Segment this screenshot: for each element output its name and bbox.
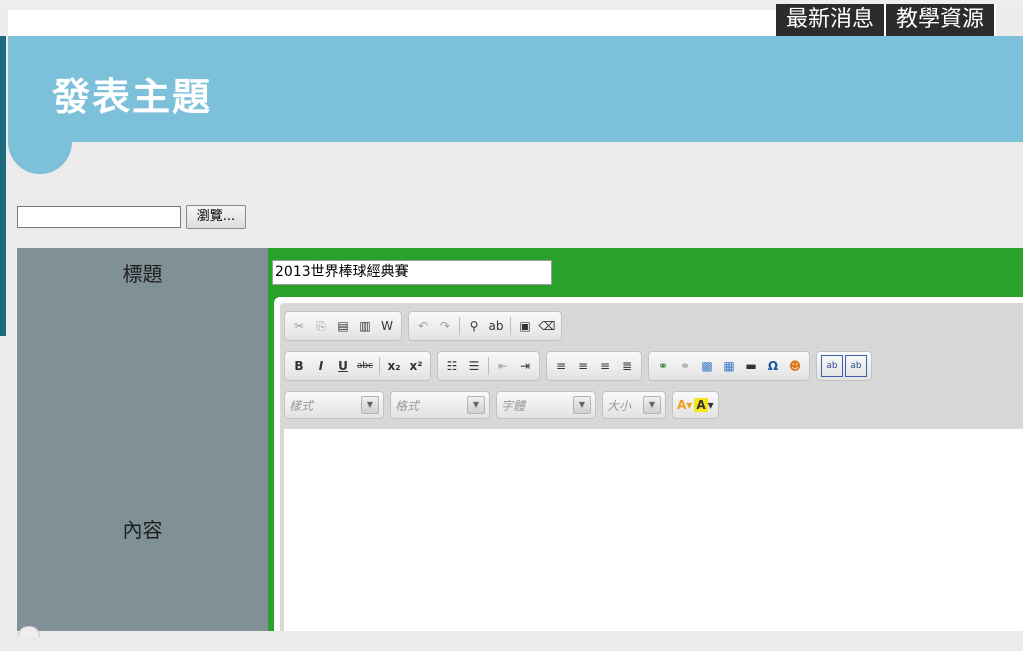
chevron-down-icon: ▼ <box>361 396 379 414</box>
copy-icon[interactable]: ⎘ <box>311 316 331 336</box>
subscript-icon[interactable]: x₂ <box>384 356 404 376</box>
left-edge-decoration <box>0 36 6 336</box>
history-group: ↶ ↷ ⚲ ab ▣ ⌫ <box>408 311 562 341</box>
top-white-bar <box>8 10 776 36</box>
font-combo-label: 字體 <box>501 398 526 413</box>
text-color-letter: A <box>677 398 687 412</box>
paste-icon[interactable]: ▤ <box>333 316 353 336</box>
basic-styles-group: B I U abc x₂ x² <box>284 351 431 381</box>
clipboard-group: ✂ ⎘ ▤ ▥ W <box>284 311 402 341</box>
content-label: 內容 <box>122 518 163 542</box>
text-field-icon[interactable]: ab <box>821 355 843 377</box>
bullet-list-icon[interactable]: ☰ <box>464 356 484 376</box>
paste-word-icon[interactable]: W <box>377 316 397 336</box>
special-char-icon[interactable]: Ω <box>763 356 783 376</box>
numbered-list-icon[interactable]: ☷ <box>442 356 462 376</box>
italic-icon[interactable]: I <box>311 356 331 376</box>
styles-combo[interactable]: 樣式 ▼ <box>284 391 384 419</box>
form-fields-group: ab ab <box>816 351 872 381</box>
unlink-icon[interactable]: ⚭ <box>675 356 695 376</box>
bottom-strip <box>0 631 1023 651</box>
corner-decoration <box>18 626 40 637</box>
editor-toolbar-row-1: ✂ ⎘ ▤ ▥ W ↶ ↷ ⚲ ab ▣ ⌫ <box>284 311 562 341</box>
format-combo-label: 格式 <box>395 398 420 413</box>
size-combo[interactable]: 大小 ▼ <box>602 391 666 419</box>
toolbar-separator <box>379 357 380 375</box>
align-center-icon[interactable]: ≡ <box>573 356 593 376</box>
cut-icon[interactable]: ✂ <box>289 316 309 336</box>
chevron-down-icon: ▼ <box>573 396 591 414</box>
toolbar-separator <box>510 317 511 335</box>
text-color-icon[interactable]: A ▾ <box>677 395 692 415</box>
list-group: ☷ ☰ ⇤ ⇥ <box>437 351 540 381</box>
editor-toolbar-row-3: 樣式 ▼ 格式 ▼ 字體 ▼ 大小 ▼ A ▾ A ▾ <box>284 391 719 419</box>
strike-icon[interactable]: abc <box>355 356 375 376</box>
select-all-icon[interactable]: ▣ <box>515 316 535 336</box>
format-combo[interactable]: 格式 ▼ <box>390 391 490 419</box>
top-nav: 最新消息 教學資源 <box>776 4 997 36</box>
undo-icon[interactable]: ↶ <box>413 316 433 336</box>
chevron-down-icon: ▼ <box>467 396 485 414</box>
paste-text-icon[interactable]: ▥ <box>355 316 375 336</box>
file-path-input[interactable] <box>17 206 181 228</box>
nav-item-resources[interactable]: 教學資源 <box>886 4 997 36</box>
page-title: 發表主題 <box>52 75 213 119</box>
table-icon[interactable]: ▦ <box>719 356 739 376</box>
redo-icon[interactable]: ↷ <box>435 316 455 336</box>
textarea-icon[interactable]: ab <box>845 355 867 377</box>
toolbar-separator <box>459 317 460 335</box>
find-icon[interactable]: ⚲ <box>464 316 484 336</box>
chevron-down-icon: ▼ <box>643 396 661 414</box>
align-left-icon[interactable]: ≡ <box>551 356 571 376</box>
smiley-icon[interactable]: ☻ <box>785 356 805 376</box>
image-icon[interactable]: ▩ <box>697 356 717 376</box>
remove-format-icon[interactable]: ⌫ <box>537 316 557 336</box>
bold-icon[interactable]: B <box>289 356 309 376</box>
link-icon[interactable]: ⚭ <box>653 356 673 376</box>
editor-content-area[interactable] <box>284 429 1023 631</box>
size-combo-label: 大小 <box>607 398 632 413</box>
insert-group: ⚭ ⚭ ▩ ▦ ▬ Ω ☻ <box>648 351 810 381</box>
toolbar-separator <box>488 357 489 375</box>
title-label: 標題 <box>122 262 163 286</box>
underline-icon[interactable]: U <box>333 356 353 376</box>
indent-icon[interactable]: ⇥ <box>515 356 535 376</box>
outdent-icon[interactable]: ⇤ <box>493 356 513 376</box>
horizontal-rule-icon[interactable]: ▬ <box>741 356 761 376</box>
bg-color-letter: A <box>694 398 708 412</box>
replace-icon[interactable]: ab <box>486 316 506 336</box>
form-label-column: 標題 內容 <box>17 248 268 631</box>
superscript-icon[interactable]: x² <box>406 356 426 376</box>
font-combo[interactable]: 字體 ▼ <box>496 391 596 419</box>
background-color-icon[interactable]: A ▾ <box>694 395 714 415</box>
align-group: ≡ ≡ ≡ ≣ <box>546 351 642 381</box>
browse-button[interactable]: 瀏覽... <box>186 205 246 229</box>
styles-combo-label: 樣式 <box>289 398 314 413</box>
align-right-icon[interactable]: ≡ <box>595 356 615 376</box>
color-group: A ▾ A ▾ <box>672 391 719 419</box>
nav-item-news[interactable]: 最新消息 <box>776 4 887 36</box>
editor-toolbar-row-2: B I U abc x₂ x² ☷ ☰ ⇤ ⇥ ≡ ≡ ≡ ≣ ⚭ ⚭ ▩ ▦ … <box>284 351 872 381</box>
align-justify-icon[interactable]: ≣ <box>617 356 637 376</box>
title-input[interactable]: 2013世界棒球經典賽 <box>272 260 552 285</box>
